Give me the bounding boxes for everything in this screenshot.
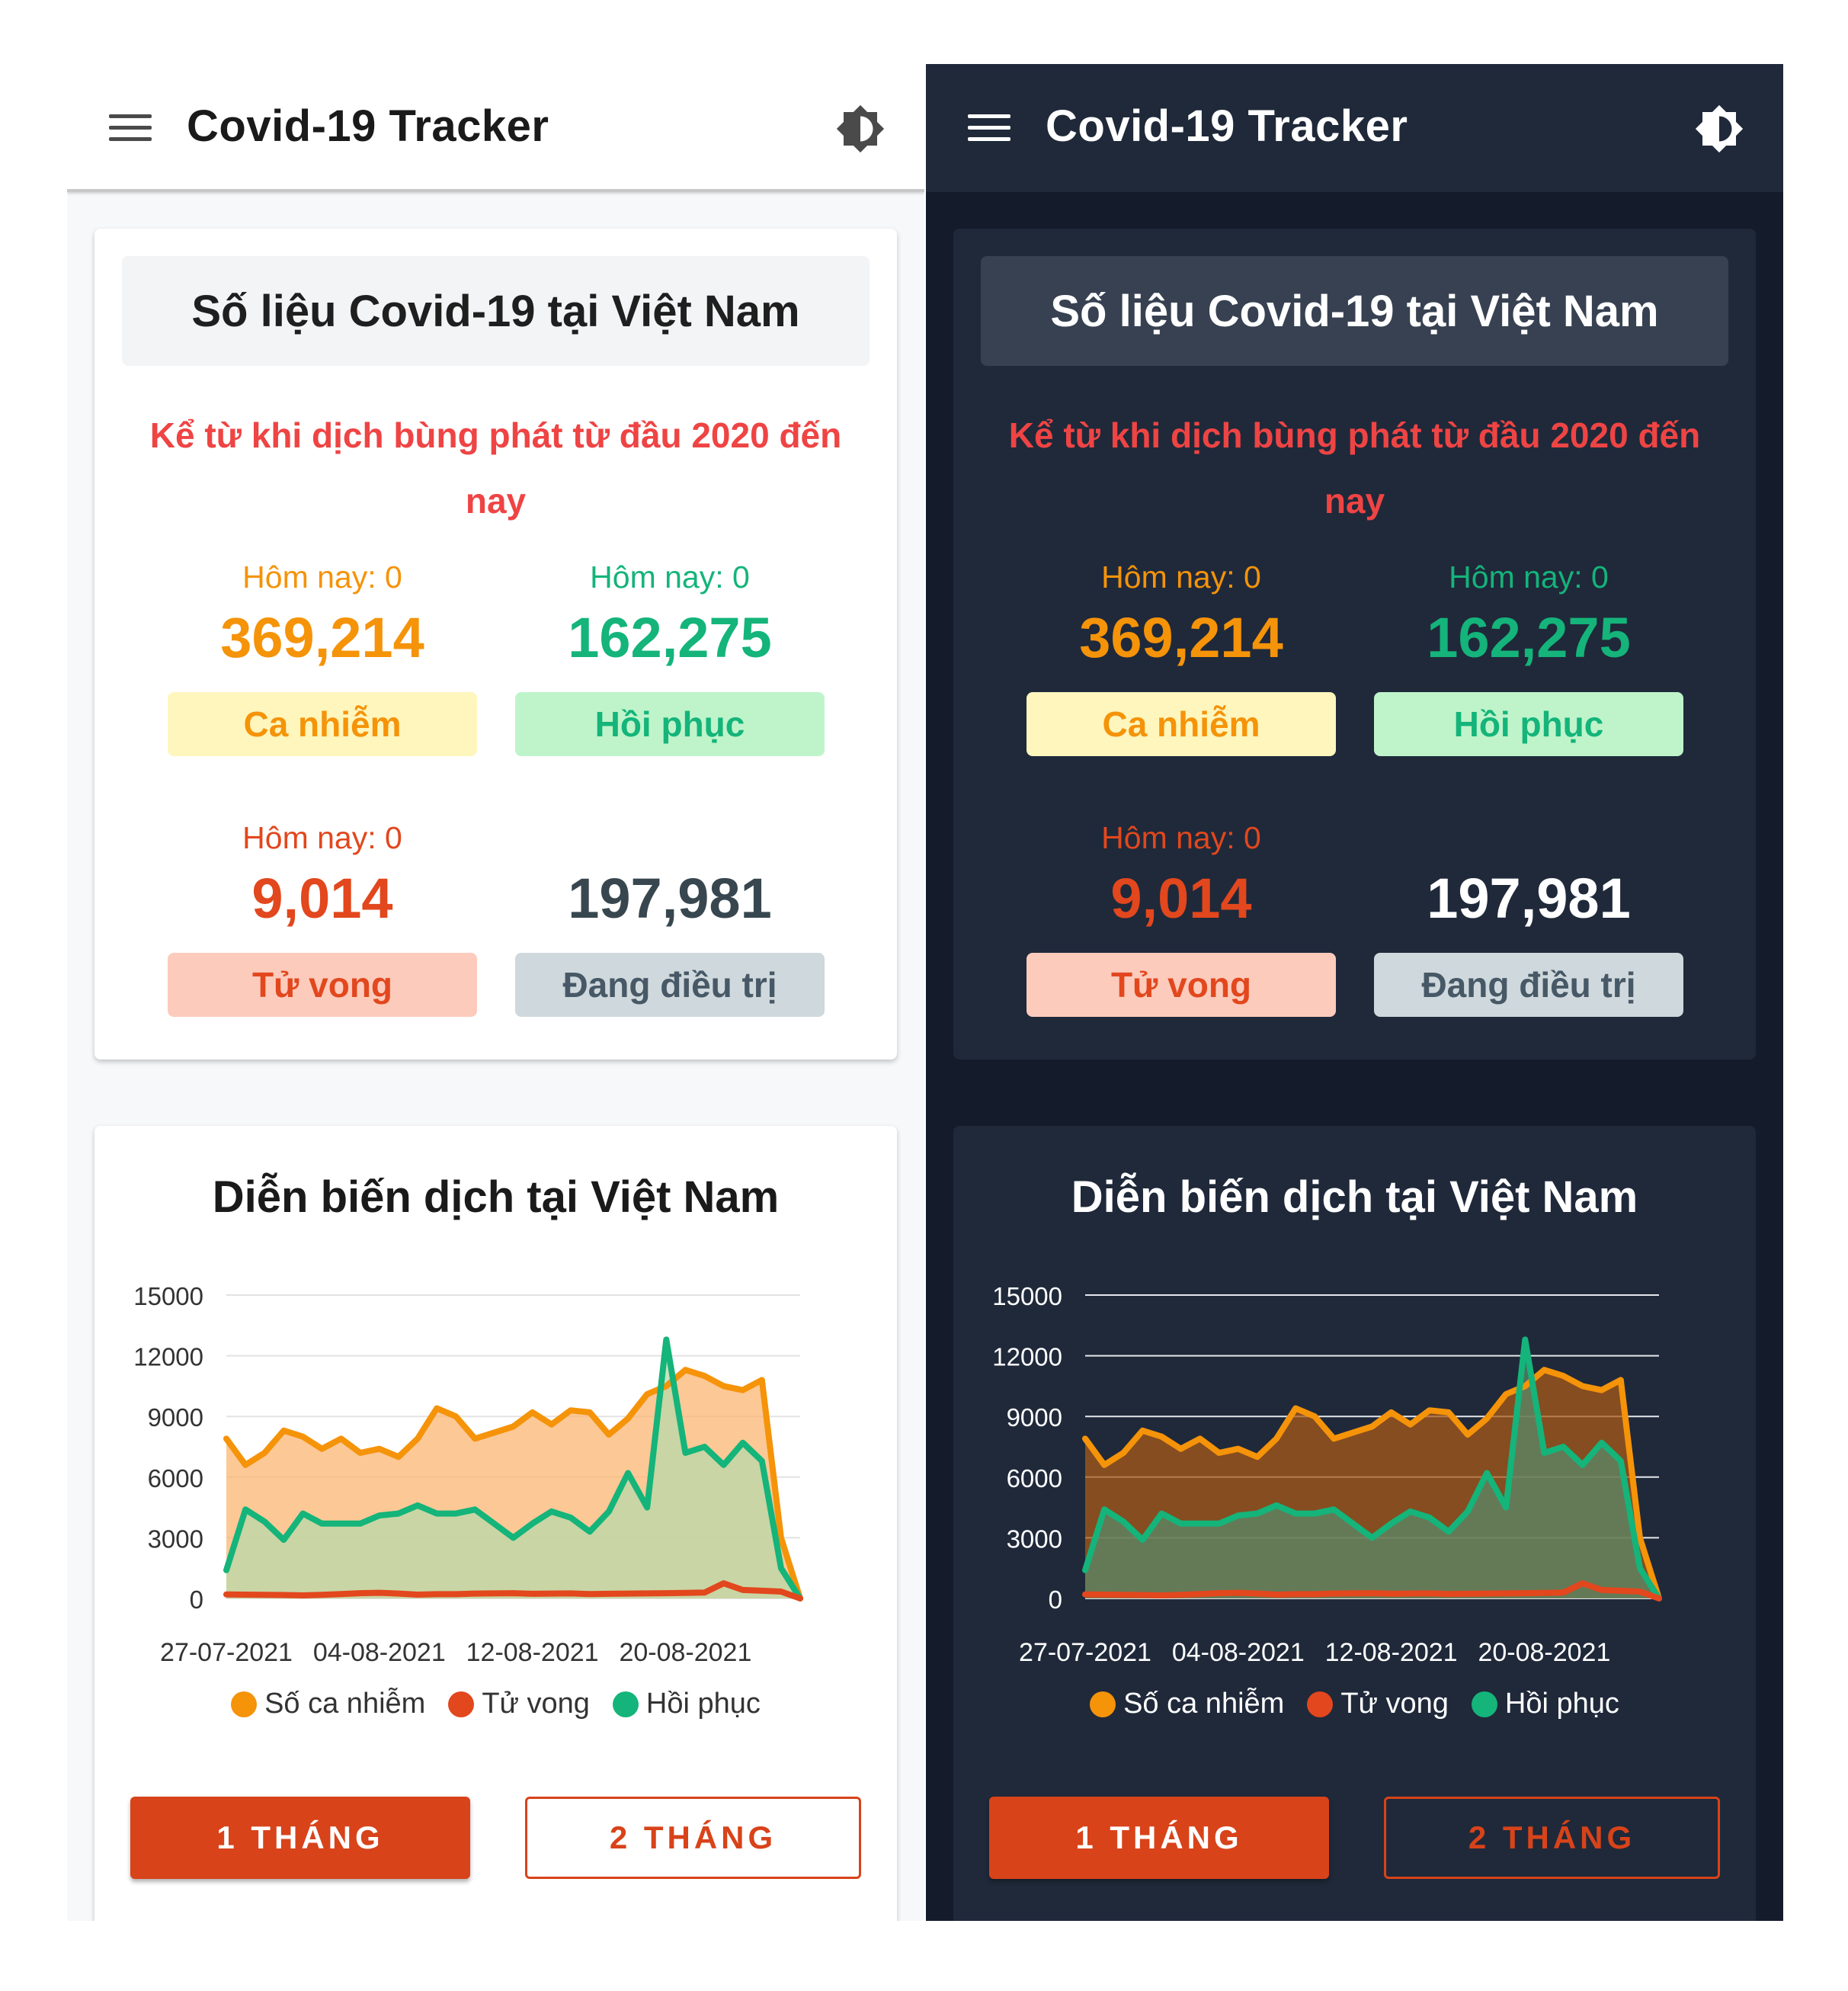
infected-value: 369,214 (220, 606, 424, 669)
y-tick-label: 0 (190, 1585, 203, 1614)
legend-item[interactable]: Tử vong (1307, 1688, 1449, 1720)
legend-item[interactable]: Hồi phục (612, 1688, 761, 1720)
legend-dot-deaths (448, 1691, 475, 1717)
x-tick-label: 20-08-2021 (619, 1638, 751, 1667)
infected-today: Hôm nay: 0 (1101, 559, 1261, 595)
recovered-today: Hôm nay: 0 (590, 559, 750, 595)
chart-card: 15000 12000 9000 6000 3000 0 27-07-2021 04-08-2… (94, 1126, 897, 1921)
menu-icon[interactable] (109, 114, 152, 142)
stats-header: Số liệu Covid-19 tại Việt Nam (981, 256, 1728, 366)
infected-label: Ca nhiễm (1026, 692, 1336, 756)
legend-item[interactable]: Tử vong (448, 1688, 590, 1720)
treating-label: Đang điều trị (515, 953, 825, 1017)
since-text: Kể từ khi dịch bùng phát từ đầu 2020 đến… (1008, 415, 1701, 521)
since-text: Kể từ khi dịch bùng phát từ đầu 2020 đến… (149, 415, 842, 521)
stats-card: Số liệu Covid-19 tại Việt Nam Kể từ khi … (94, 229, 897, 1060)
legend-item[interactable]: Số ca nhiễm (231, 1688, 425, 1720)
one-month-button[interactable]: 1 THÁNG (130, 1797, 470, 1879)
legend-label-recovered: Hồi phục (645, 1688, 761, 1720)
y-tick-label: 9000 (148, 1403, 203, 1432)
x-tick-label: 20-08-2021 (1478, 1638, 1610, 1667)
x-tick-label: 12-08-2021 (466, 1638, 599, 1667)
recovered-value: 162,275 (1427, 606, 1631, 669)
chart-title: Diễn biến dịch tại Việt Nam (1071, 1172, 1638, 1222)
deaths-label: Tử vong (1026, 953, 1336, 1017)
legend-dot-recovered (1471, 1691, 1497, 1717)
dark-theme-screen: Covid-19 Tracker Số liệu Covid-19 tại Vi… (926, 64, 1783, 1921)
menu-icon[interactable] (968, 114, 1010, 142)
legend-label-deaths: Tử vong (482, 1688, 590, 1720)
deaths-today: Hôm nay: 0 (1101, 820, 1261, 855)
x-tick-label: 27-07-2021 (1019, 1638, 1151, 1667)
deaths-value: 9,014 (1110, 867, 1252, 930)
chart-legend: Số ca nhiễm Tử vong Hồi phục (953, 1688, 1756, 1720)
legend-label-infected: Số ca nhiễm (1123, 1688, 1285, 1720)
y-tick-label: 6000 (148, 1464, 203, 1492)
y-tick-label: 15000 (133, 1282, 203, 1310)
infected-label: Ca nhiễm (168, 692, 477, 756)
app-title: Covid-19 Tracker (1046, 101, 1408, 151)
y-tick-label: 0 (1049, 1585, 1062, 1614)
legend-dot-deaths (1307, 1691, 1334, 1717)
deaths-value: 9,014 (251, 867, 393, 930)
x-tick-label: 12-08-2021 (1325, 1638, 1458, 1667)
x-tick-label: 27-07-2021 (160, 1638, 293, 1667)
light-theme-screen: Covid-19 Tracker Số liệu Covid-19 tại Vi… (67, 64, 924, 1921)
treating-value: 197,981 (1427, 867, 1631, 930)
y-tick-label: 15000 (992, 1282, 1062, 1310)
y-tick-label: 9000 (1007, 1403, 1062, 1432)
one-month-button[interactable]: 1 THÁNG (989, 1797, 1329, 1879)
treating-label: Đang điều trị (1374, 953, 1683, 1017)
legend-item[interactable]: Số ca nhiễm (1090, 1688, 1284, 1720)
legend-dot-infected (1090, 1691, 1116, 1717)
y-tick-label: 3000 (148, 1525, 203, 1553)
recovered-label: Hồi phục (515, 692, 825, 756)
chart-title: Diễn biến dịch tại Việt Nam (212, 1172, 780, 1222)
legend-item[interactable]: Hồi phục (1471, 1688, 1619, 1720)
legend-dot-recovered (612, 1691, 639, 1717)
y-tick-label: 12000 (992, 1343, 1062, 1371)
recovered-today: Hôm nay: 0 (1449, 559, 1609, 595)
y-tick-label: 6000 (1007, 1464, 1062, 1492)
app-bar: Covid-19 Tracker (926, 64, 1783, 192)
treating-value: 197,981 (568, 867, 772, 930)
recovered-label: Hồi phục (1374, 692, 1683, 756)
brightness-icon[interactable] (1694, 104, 1744, 154)
two-months-button[interactable]: 2 THÁNG (525, 1797, 861, 1879)
legend-label-infected: Số ca nhiễm (264, 1688, 426, 1720)
deaths-label: Tử vong (168, 953, 477, 1017)
legend-label-deaths: Tử vong (1340, 1688, 1449, 1720)
chart-legend: Số ca nhiễm Tử vong Hồi phục (94, 1688, 897, 1720)
infected-today: Hôm nay: 0 (242, 559, 402, 595)
recovered-value: 162,275 (568, 606, 772, 669)
brightness-icon[interactable] (835, 104, 886, 154)
stats-header: Số liệu Covid-19 tại Việt Nam (122, 256, 870, 366)
stats-card: Số liệu Covid-19 tại Việt Nam Kể từ khi … (953, 229, 1756, 1060)
x-tick-label: 04-08-2021 (1172, 1638, 1305, 1667)
deaths-today: Hôm nay: 0 (242, 820, 402, 855)
infected-value: 369,214 (1079, 606, 1283, 669)
x-tick-label: 04-08-2021 (313, 1638, 446, 1667)
chart-card: 15000 12000 9000 6000 3000 0 27-07-2021 04-08-2… (953, 1126, 1756, 1921)
y-tick-label: 3000 (1007, 1525, 1062, 1553)
y-tick-label: 12000 (133, 1343, 203, 1371)
app-title: Covid-19 Tracker (187, 101, 549, 151)
app-bar: Covid-19 Tracker (67, 64, 924, 192)
legend-label-recovered: Hồi phục (1504, 1688, 1619, 1720)
two-months-button[interactable]: 2 THÁNG (1384, 1797, 1720, 1879)
legend-dot-infected (231, 1691, 258, 1717)
